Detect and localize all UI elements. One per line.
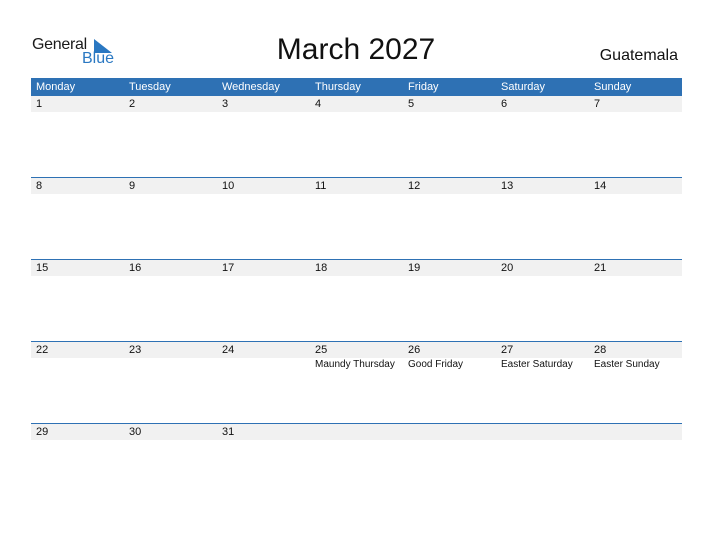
weekday-header: Monday Tuesday Wednesday Thursday Friday… bbox=[31, 78, 682, 96]
weekday-thursday: Thursday bbox=[315, 81, 361, 93]
day-number: 30 bbox=[129, 426, 142, 438]
day-number: 3 bbox=[222, 98, 229, 110]
day-number: 28 bbox=[594, 344, 607, 356]
weekday-wednesday: Wednesday bbox=[222, 81, 280, 93]
day-number: 20 bbox=[501, 262, 514, 274]
weeks-container: 1 2 3 4 5 6 7 8 9 10 11 12 13 14 15 16 17 18 19 20 21 22 23 24 2… bbox=[31, 96, 682, 505]
day-number: 1 bbox=[36, 98, 43, 110]
calendar: Monday Tuesday Wednesday Thursday Friday… bbox=[31, 78, 682, 505]
day-number: 4 bbox=[315, 98, 322, 110]
day-number: 8 bbox=[36, 180, 43, 192]
events-row: Maundy Thursday Good Friday Easter Saturda… bbox=[31, 358, 682, 371]
day-number: 19 bbox=[408, 262, 421, 274]
day-numbers-row: 15 16 17 18 19 20 21 bbox=[31, 260, 682, 276]
day-number bbox=[310, 424, 403, 440]
day-number: 12 bbox=[408, 180, 421, 192]
day-number: 7 bbox=[594, 98, 601, 110]
day-number: 2 bbox=[129, 98, 136, 110]
day-number: 31 bbox=[222, 426, 235, 438]
day-number: 26 bbox=[408, 344, 421, 356]
day-number: 27 bbox=[501, 344, 514, 356]
day-number: 15 bbox=[36, 262, 49, 274]
holiday-label: Good Friday bbox=[408, 359, 464, 370]
week-row: 29 30 31 bbox=[31, 423, 682, 505]
day-number bbox=[589, 424, 682, 440]
day-number: 10 bbox=[222, 180, 235, 192]
day-number: 14 bbox=[594, 180, 607, 192]
week-row: 22 23 24 25 26 27 28 Maundy Thursday Good Friday… bbox=[31, 341, 682, 423]
week-row: 8 9 10 11 12 13 14 bbox=[31, 177, 682, 259]
day-number: 23 bbox=[129, 344, 142, 356]
holiday-label: Easter Saturday bbox=[501, 359, 573, 370]
holiday-label bbox=[31, 358, 124, 371]
weekday-sunday: Sunday bbox=[594, 81, 632, 93]
day-number: 16 bbox=[129, 262, 142, 274]
day-number: 24 bbox=[222, 344, 235, 356]
day-number: 5 bbox=[408, 98, 415, 110]
day-number: 9 bbox=[129, 180, 136, 192]
weekday-tuesday: Tuesday bbox=[129, 81, 171, 93]
weekday-monday: Monday bbox=[36, 81, 76, 93]
week-row: 1 2 3 4 5 6 7 bbox=[31, 96, 682, 177]
holiday-label: Easter Sunday bbox=[594, 359, 660, 370]
day-number: 13 bbox=[501, 180, 514, 192]
day-number: 17 bbox=[222, 262, 235, 274]
holiday-label bbox=[217, 358, 310, 371]
week-row: 15 16 17 18 19 20 21 bbox=[31, 259, 682, 341]
day-number: 22 bbox=[36, 344, 49, 356]
day-number: 6 bbox=[501, 98, 508, 110]
holiday-label bbox=[124, 358, 217, 371]
day-number: 18 bbox=[315, 262, 328, 274]
day-numbers-row: 22 23 24 25 26 27 28 bbox=[31, 342, 682, 358]
day-numbers-row: 29 30 31 bbox=[31, 424, 682, 440]
day-numbers-row: 1 2 3 4 5 6 7 bbox=[31, 96, 682, 112]
day-number bbox=[496, 424, 589, 440]
day-number bbox=[403, 424, 496, 440]
holiday-label: Maundy Thursday bbox=[315, 359, 395, 370]
day-number: 29 bbox=[36, 426, 49, 438]
day-number: 21 bbox=[594, 262, 607, 274]
day-number: 11 bbox=[315, 180, 327, 192]
country-label: Guatemala bbox=[599, 47, 678, 64]
weekday-saturday: Saturday bbox=[501, 81, 546, 93]
day-numbers-row: 8 9 10 11 12 13 14 bbox=[31, 178, 682, 194]
day-number: 25 bbox=[315, 344, 328, 356]
weekday-friday: Friday bbox=[408, 81, 439, 93]
